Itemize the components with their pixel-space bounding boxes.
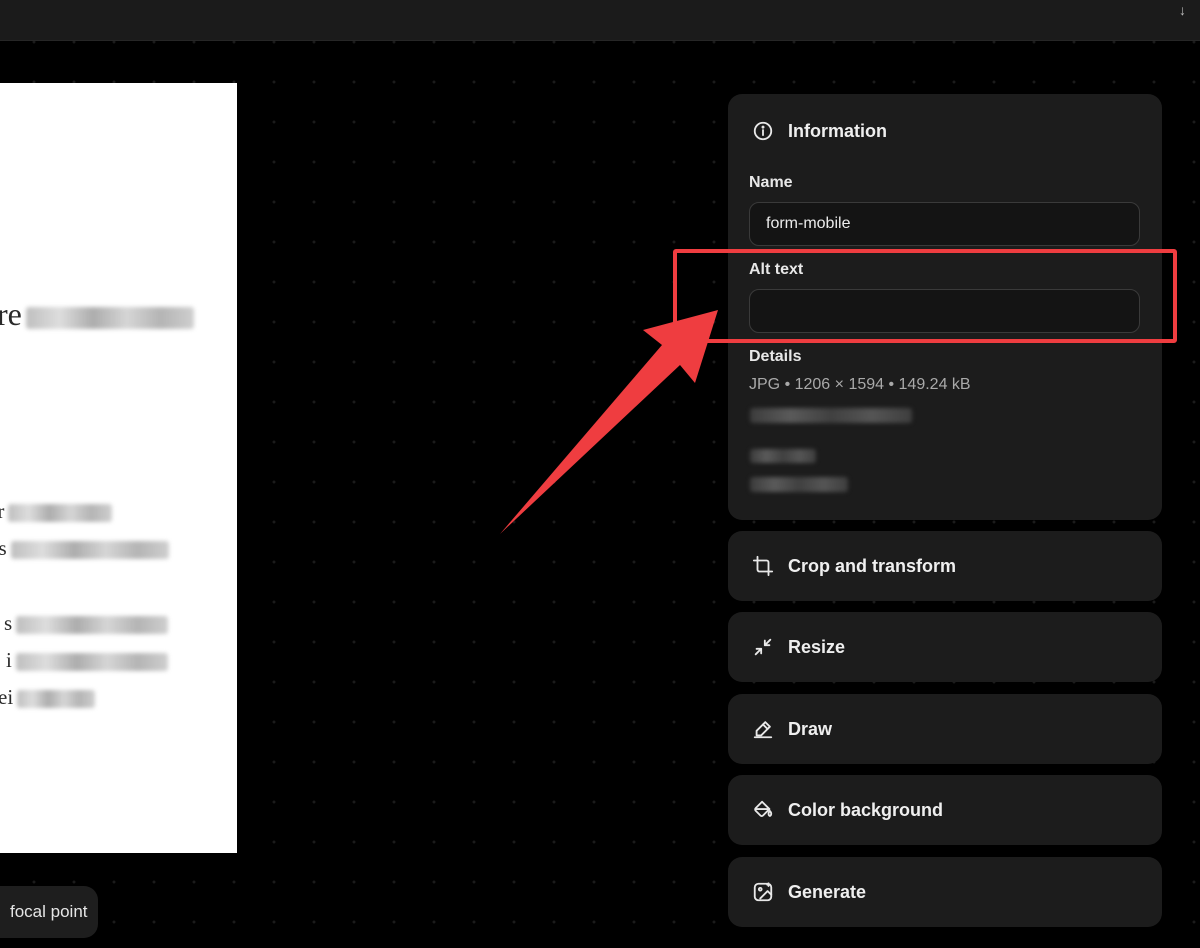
doc-line: er (0, 499, 113, 524)
blurred-text (17, 690, 96, 709)
name-input[interactable] (749, 202, 1140, 246)
resize-button[interactable]: Resize (728, 612, 1162, 682)
file-details: JPG • 1206 × 1594 • 149.24 kB (749, 376, 971, 393)
generate-icon (752, 881, 774, 903)
download-arrow-icon[interactable]: ↓ (1179, 2, 1186, 18)
generate-button[interactable]: Generate (728, 857, 1162, 927)
blurred-detail (750, 408, 912, 423)
info-circle-icon (752, 120, 774, 142)
doc-heading: re (0, 296, 194, 333)
blurred-text (16, 616, 169, 635)
doc-line: s (4, 611, 169, 636)
panel-title: Information (788, 120, 887, 141)
blurred-text (8, 504, 113, 523)
name-label: Name (749, 174, 793, 191)
blurred-detail (750, 477, 848, 492)
details-label: Details (749, 348, 802, 365)
blurred-text (15, 653, 168, 672)
doc-line: i (6, 648, 168, 673)
blurred-detail (750, 449, 816, 463)
alt-text-highlight-box (673, 249, 1177, 343)
crop-and-transform-button[interactable]: Crop and transform (728, 531, 1162, 601)
doc-line: ns (0, 536, 169, 561)
doc-line: ei (0, 685, 96, 710)
blurred-text (10, 541, 169, 560)
paint-bucket-icon (752, 799, 774, 821)
color-background-button[interactable]: Color background (728, 775, 1162, 845)
draw-icon (752, 718, 774, 740)
set-focal-point-button[interactable]: focal point (0, 886, 98, 938)
crop-icon (752, 555, 774, 577)
draw-button[interactable]: Draw (728, 694, 1162, 764)
canvas-image-preview[interactable]: re er ns s i ei (0, 83, 237, 853)
information-header[interactable]: Information (752, 120, 887, 142)
resize-icon (752, 636, 774, 658)
top-toolbar: ↓ (0, 0, 1200, 41)
blurred-text (25, 306, 194, 329)
